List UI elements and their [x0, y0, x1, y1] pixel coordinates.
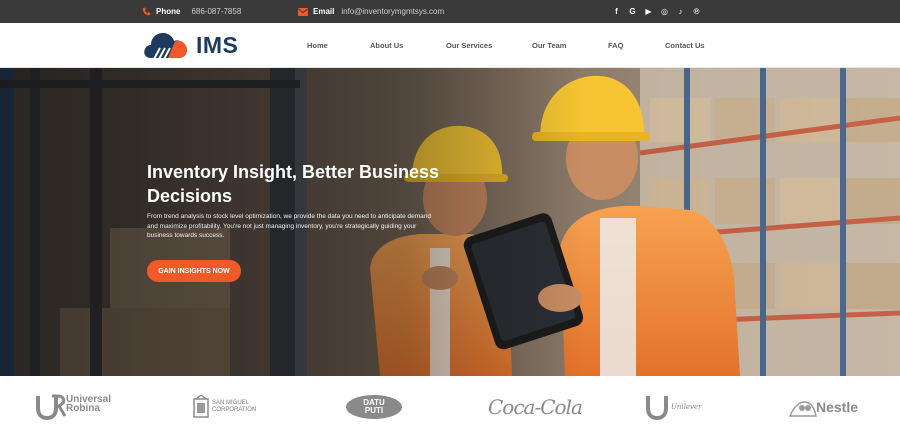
datu-puti-logo: DATU PUTI — [346, 376, 402, 438]
email-icon — [298, 7, 308, 16]
phone-label: Phone — [156, 7, 181, 16]
unilever-wordmark: Unilever — [671, 403, 702, 411]
hero-description: From trend analysis to stock level optim… — [147, 213, 431, 239]
phone-contact[interactable]: Phone 686-087-7858 — [142, 0, 241, 23]
nav-our-services[interactable]: Our Services — [446, 23, 492, 68]
email-address[interactable]: info@inventorymgmtsys.com — [341, 7, 444, 16]
site-logo[interactable]: IMS — [142, 27, 238, 63]
nav-home[interactable]: Home — [307, 23, 328, 68]
nav-our-team[interactable]: Our Team — [532, 23, 566, 68]
universal-robina-line-2: Robina — [66, 403, 100, 414]
nav-contact-us[interactable]: Contact Us — [665, 23, 705, 68]
unilever-logo: Unilever — [645, 376, 701, 438]
tiktok-icon[interactable]: ♪ — [676, 7, 685, 16]
nestle-wordmark: Nestle — [816, 399, 859, 415]
gain-insights-button[interactable]: GAIN INSIGHTS NOW — [147, 260, 241, 282]
facebook-icon[interactable]: f — [612, 7, 621, 16]
email-label: Email — [313, 7, 335, 16]
san-miguel-line-2: CORPORATION — [212, 407, 257, 413]
hero-overlay — [0, 68, 900, 376]
site-header: IMS Home About Us Our Services Our Team … — [0, 23, 900, 68]
hero-section: Inventory Insight, Better Business Decis… — [0, 68, 900, 376]
universal-robina-logo: Universal Robina — [36, 376, 112, 438]
datu-puti-line-2: PUTI — [364, 406, 384, 415]
top-bar: Phone 686-087-7858 Email info@inventorym… — [0, 0, 900, 23]
instagram-icon[interactable]: ◎ — [660, 7, 669, 16]
phone-number[interactable]: 686-087-7858 — [191, 7, 241, 16]
san-miguel-line-1: SAN MIGUEL — [212, 400, 250, 406]
social-links: f G ▶ ◎ ♪ ℗ — [612, 0, 701, 23]
nav-faq[interactable]: FAQ — [608, 23, 623, 68]
san-miguel-logo: SAN MIGUEL CORPORATION — [193, 376, 256, 438]
youtube-icon[interactable]: ▶ — [644, 7, 653, 16]
pinterest-icon[interactable]: ℗ — [692, 7, 701, 16]
google-icon[interactable]: G — [628, 7, 637, 16]
coca-cola-wordmark: Coca-Cola — [488, 395, 583, 419]
nestle-logo: Nestle — [788, 376, 858, 438]
partner-logos: Universal Robina SAN MIGUEL CORPORATION … — [0, 376, 900, 438]
logo-text: IMS — [196, 31, 239, 58]
nav-about-us[interactable]: About Us — [370, 23, 403, 68]
email-contact[interactable]: Email info@inventorymgmtsys.com — [298, 0, 444, 23]
cloud-logo-icon — [144, 33, 187, 60]
phone-icon — [142, 7, 151, 16]
coca-cola-logo: Coca-Cola — [488, 376, 583, 438]
hero-title: Inventory Insight, Better Business Decis… — [147, 162, 440, 206]
